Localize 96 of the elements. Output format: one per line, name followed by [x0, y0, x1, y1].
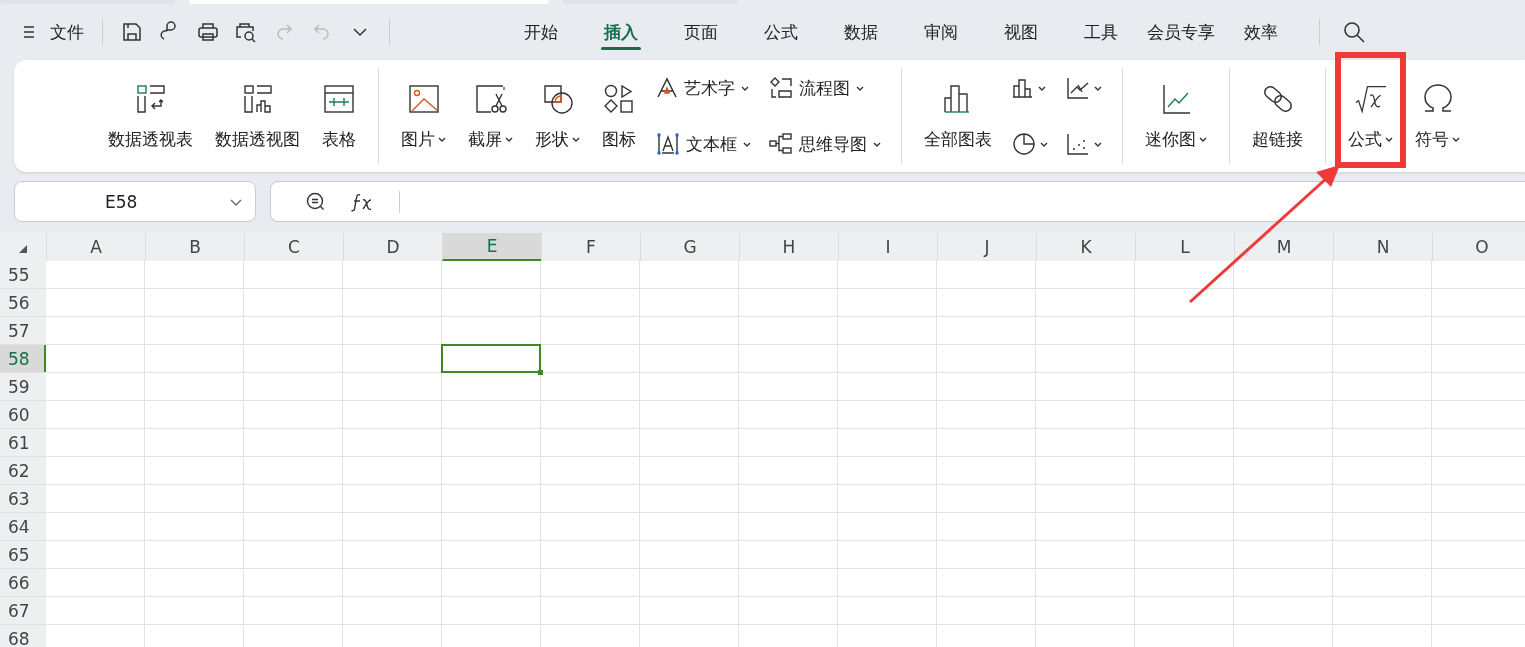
column-header[interactable]: J: [937, 233, 1036, 261]
ribbon-button[interactable]: 全部图表: [916, 81, 1000, 151]
ribbon-button[interactable]: 形状: [527, 81, 588, 151]
ribbon-tab[interactable]: 视图: [981, 10, 1061, 54]
ribbon-button[interactable]: 图标: [594, 81, 644, 151]
pivot-table-icon: [134, 82, 167, 115]
caret-icon: [1452, 136, 1460, 142]
ribbon-button[interactable]: 表格: [314, 81, 364, 151]
caret-icon: [1040, 141, 1048, 147]
table-icon: [323, 82, 355, 115]
ribbon-tab[interactable]: 审阅: [901, 10, 981, 54]
save-icon[interactable]: [121, 21, 143, 43]
ribbon-button[interactable]: 流程图: [763, 76, 887, 100]
ribbon-tab[interactable]: 数据: [821, 10, 901, 54]
ribbon-button[interactable]: 艺术字: [650, 76, 757, 100]
search-icon[interactable]: [1342, 20, 1366, 44]
text-box-icon: [656, 132, 680, 156]
pivot-chart-icon: [241, 82, 274, 115]
caret-icon: [1094, 141, 1102, 147]
shapes-icon: [541, 82, 574, 115]
caret-icon: [856, 85, 864, 91]
row-header[interactable]: 67: [0, 597, 46, 625]
caret-icon: [873, 141, 881, 147]
column-header[interactable]: D: [343, 233, 442, 261]
row-header[interactable]: 60: [0, 401, 46, 429]
caret-icon: [572, 136, 580, 142]
bar-chart-icon: [1012, 77, 1034, 99]
caret-icon: [505, 136, 513, 142]
caret-icon: [1385, 136, 1393, 142]
menu-icon: [22, 25, 36, 39]
shape-grid-icon: [603, 82, 635, 115]
ribbon-button[interactable]: 文本框: [650, 132, 757, 156]
row-header[interactable]: 55: [0, 261, 46, 289]
column-header[interactable]: H: [739, 233, 838, 261]
ribbon-button[interactable]: 数据透视表: [100, 81, 201, 151]
flowchart-icon: [769, 76, 793, 100]
column-header[interactable]: I: [838, 233, 937, 261]
ribbon-tab[interactable]: 页面: [661, 10, 741, 54]
column-header[interactable]: B: [145, 233, 244, 261]
print-preview-icon[interactable]: [235, 21, 257, 43]
caret-icon: [741, 85, 749, 91]
caret-icon: [1094, 85, 1102, 91]
caret-icon: [743, 141, 751, 147]
scissors-icon: [474, 82, 507, 115]
column-header[interactable]: A: [46, 233, 145, 261]
column-header[interactable]: F: [541, 233, 640, 261]
column-header[interactable]: K: [1036, 233, 1135, 261]
row-header[interactable]: 59: [0, 373, 46, 401]
name-box[interactable]: E58: [14, 181, 256, 222]
ribbon-tab[interactable]: 插入: [581, 10, 661, 54]
cell-grid[interactable]: [46, 261, 1525, 647]
caret-icon: [438, 136, 446, 142]
column-header[interactable]: M: [1234, 233, 1333, 261]
pie-chart-icon: [1012, 132, 1036, 156]
ribbon-tab[interactable]: 工具: [1061, 10, 1141, 54]
row-header[interactable]: 61: [0, 429, 46, 457]
ribbon-button[interactable]: 公式: [1340, 81, 1401, 151]
mind-map-icon: [769, 132, 793, 156]
caret-icon: [1038, 85, 1046, 91]
select-all-icon[interactable]: [19, 245, 27, 253]
column-header[interactable]: C: [244, 233, 343, 261]
caret-icon: [1199, 136, 1207, 142]
ribbon-button[interactable]: 超链接: [1244, 81, 1311, 151]
row-header[interactable]: 63: [0, 485, 46, 513]
column-header[interactable]: G: [640, 233, 739, 261]
ribbon-button[interactable]: 思维导图: [763, 132, 887, 156]
ribbon-button[interactable]: 截屏: [460, 81, 521, 151]
column-header[interactable]: O: [1432, 233, 1525, 261]
row-header[interactable]: 64: [0, 513, 46, 541]
active-cell[interactable]: [441, 344, 541, 373]
art-letter-icon: [656, 77, 678, 99]
row-header[interactable]: 56: [0, 289, 46, 317]
row-header[interactable]: 68: [0, 625, 46, 647]
ribbon-tab[interactable]: 公式: [741, 10, 821, 54]
ribbon-button[interactable]: 符号: [1407, 81, 1468, 151]
scatter-chart-icon: [1066, 132, 1090, 156]
row-header[interactable]: 58: [0, 345, 46, 373]
row-header[interactable]: 62: [0, 457, 46, 485]
ribbon-button[interactable]: 迷你图: [1137, 81, 1215, 151]
column-header[interactable]: E: [442, 233, 541, 261]
ribbon-tab[interactable]: 效率: [1221, 10, 1301, 54]
column-header[interactable]: N: [1333, 233, 1432, 261]
omega-icon: [1421, 82, 1454, 115]
line-chart-icon: [1066, 76, 1090, 100]
print-icon[interactable]: [197, 21, 219, 43]
row-header[interactable]: 65: [0, 541, 46, 569]
picture-icon: [407, 82, 440, 115]
file-menu-button[interactable]: 文件: [22, 20, 84, 44]
sparkline-icon: [1160, 82, 1192, 115]
ribbon-tab[interactable]: 会员专享: [1141, 10, 1221, 54]
row-header[interactable]: 57: [0, 317, 46, 345]
ribbon-tab[interactable]: 开始: [501, 10, 581, 54]
ribbon-button[interactable]: 图片: [393, 81, 454, 151]
ribbon-button[interactable]: 数据透视图: [207, 81, 308, 151]
row-header[interactable]: 66: [0, 569, 46, 597]
column-header[interactable]: L: [1135, 233, 1234, 261]
